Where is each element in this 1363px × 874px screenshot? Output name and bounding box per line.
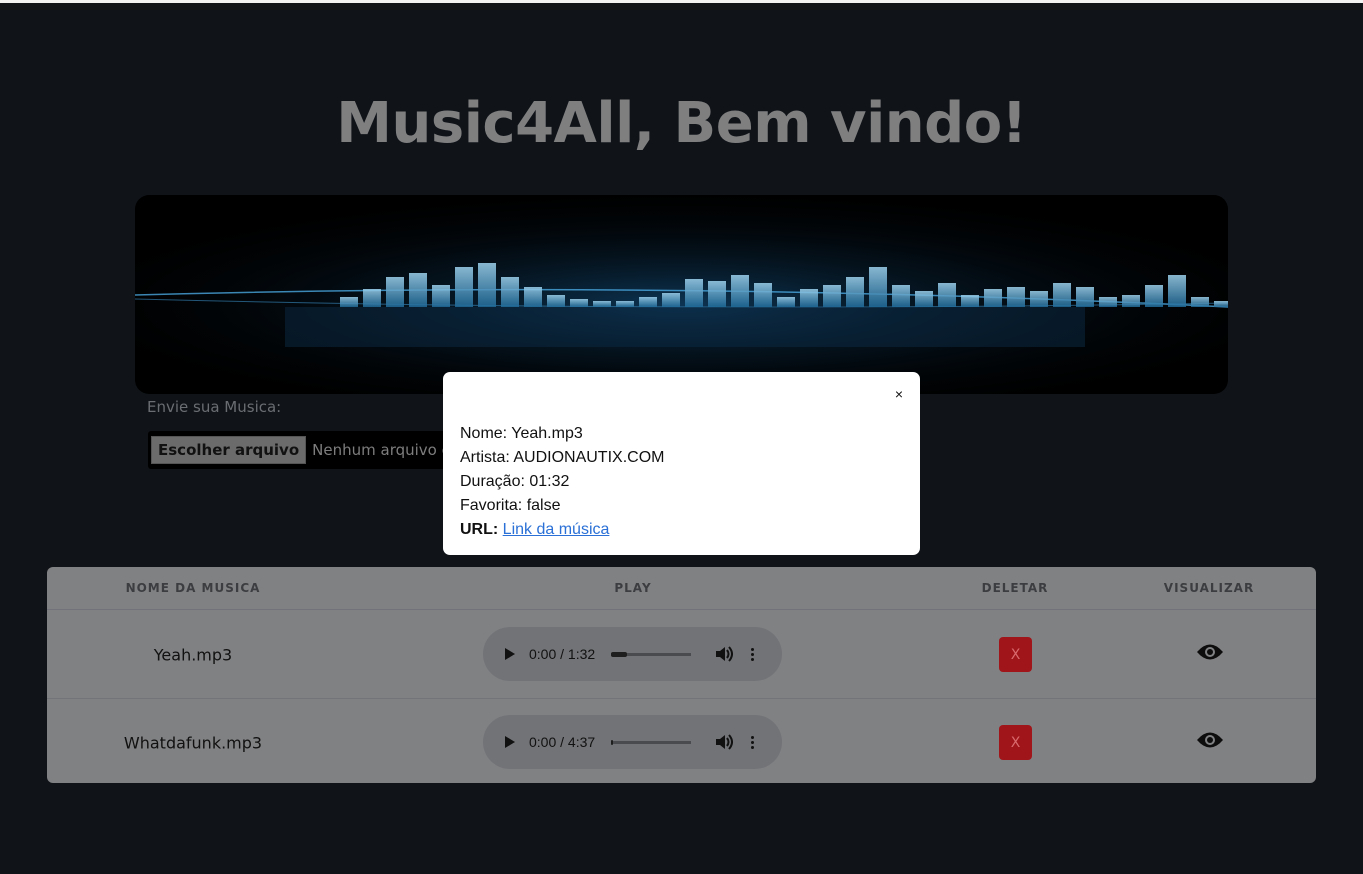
column-header-delete: DELETAR — [981, 581, 1049, 595]
audio-time: 0:00 / 1:32 — [529, 646, 596, 662]
equalizer-bar — [823, 285, 841, 307]
more-options-icon[interactable] — [751, 735, 754, 749]
equalizer-bar — [662, 293, 680, 307]
equalizer-banner-image — [135, 195, 1228, 394]
equalizer-bar — [432, 285, 450, 307]
close-icon[interactable]: × — [895, 386, 903, 402]
equalizer-bar — [869, 267, 887, 307]
equalizer-bar — [386, 277, 404, 307]
equalizer-bar — [593, 301, 611, 307]
equalizer-bar — [708, 281, 726, 307]
file-input[interactable]: Escolher arquivo Nenhum arquivo esc — [148, 431, 478, 469]
column-header-name: NOME DA MUSICA — [125, 581, 261, 595]
column-header-view: VISUALIZAR — [1163, 581, 1255, 595]
audio-player[interactable]: 0:00 / 1:32 — [483, 627, 782, 681]
equalizer-bar — [639, 297, 657, 307]
equalizer-bar — [547, 295, 565, 307]
modal-duration: Duração: 01:32 — [460, 473, 570, 490]
table-row: Yeah.mp3 0:00 / 1:32 X — [47, 611, 1316, 698]
page-title: Music4All, Bem vindo! — [336, 91, 1027, 156]
delete-button[interactable]: X — [999, 725, 1032, 760]
table-header: NOME DA MUSICA PLAY DELETAR VISUALIZAR — [47, 567, 1316, 610]
equalizer-bar — [616, 301, 634, 307]
equalizer-bar — [1191, 297, 1209, 307]
song-name: Whatdafunk.mp3 — [123, 733, 263, 752]
equalizer-bar — [1214, 301, 1228, 307]
volume-icon[interactable] — [715, 734, 733, 750]
equalizer-bar — [1076, 287, 1094, 307]
upload-label: Envie sua Musica: — [147, 398, 282, 416]
equalizer-bar — [754, 283, 772, 307]
volume-icon[interactable] — [715, 646, 733, 662]
audio-progress — [611, 651, 627, 657]
song-details-modal: × Nome: Yeah.mp3 Artista: AUDIONAUTIX.CO… — [443, 372, 920, 555]
equalizer-bar — [961, 295, 979, 307]
equalizer-bar — [1122, 295, 1140, 307]
column-header-play: PLAY — [614, 581, 652, 595]
modal-song-name: Nome: Yeah.mp3 — [460, 425, 583, 442]
modal-url-row: URL: Link da música — [460, 518, 920, 542]
equalizer-bar — [1099, 297, 1117, 307]
song-name: Yeah.mp3 — [153, 645, 233, 664]
equalizer-graphic — [135, 195, 1228, 394]
modal-url-label: URL: — [460, 521, 499, 538]
play-icon[interactable] — [505, 736, 515, 748]
song-link[interactable]: Link da música — [503, 521, 610, 538]
equalizer-bar — [524, 287, 542, 307]
equalizer-bar — [340, 297, 358, 307]
equalizer-bar — [478, 263, 496, 307]
more-options-icon[interactable] — [751, 647, 754, 661]
equalizer-bar — [455, 267, 473, 307]
equalizer-bar — [501, 277, 519, 307]
equalizer-bar — [984, 289, 1002, 307]
eye-icon[interactable] — [1196, 731, 1224, 753]
equalizer-bar — [1007, 287, 1025, 307]
table-row: Whatdafunk.mp3 0:00 / 4:37 X — [47, 698, 1316, 783]
audio-seek-bar[interactable] — [611, 739, 691, 745]
equalizer-bar — [800, 289, 818, 307]
eye-icon[interactable] — [1196, 643, 1224, 665]
equalizer-bar — [777, 297, 795, 307]
equalizer-bar — [685, 279, 703, 307]
equalizer-bar — [1053, 283, 1071, 307]
audio-seek-bar[interactable] — [611, 651, 691, 657]
equalizer-bar — [1030, 291, 1048, 307]
equalizer-bar — [846, 277, 864, 307]
equalizer-bar — [938, 283, 956, 307]
audio-progress — [611, 739, 613, 745]
equalizer-bar — [915, 291, 933, 307]
play-icon[interactable] — [505, 648, 515, 660]
equalizer-bar — [731, 275, 749, 307]
modal-favorite: Favorita: false — [460, 497, 561, 514]
equalizer-bar — [363, 289, 381, 307]
equalizer-bar — [570, 299, 588, 307]
choose-file-button[interactable]: Escolher arquivo — [151, 436, 307, 464]
modal-artist: Artista: AUDIONAUTIX.COM — [460, 449, 665, 466]
equalizer-bar — [892, 285, 910, 307]
audio-time: 0:00 / 4:37 — [529, 734, 596, 750]
songs-table: NOME DA MUSICA PLAY DELETAR VISUALIZAR Y… — [47, 567, 1316, 783]
equalizer-bar — [1145, 285, 1163, 307]
audio-player[interactable]: 0:00 / 4:37 — [483, 715, 782, 769]
equalizer-bar — [1168, 275, 1186, 307]
delete-button[interactable]: X — [999, 637, 1032, 672]
equalizer-bar — [409, 273, 427, 307]
